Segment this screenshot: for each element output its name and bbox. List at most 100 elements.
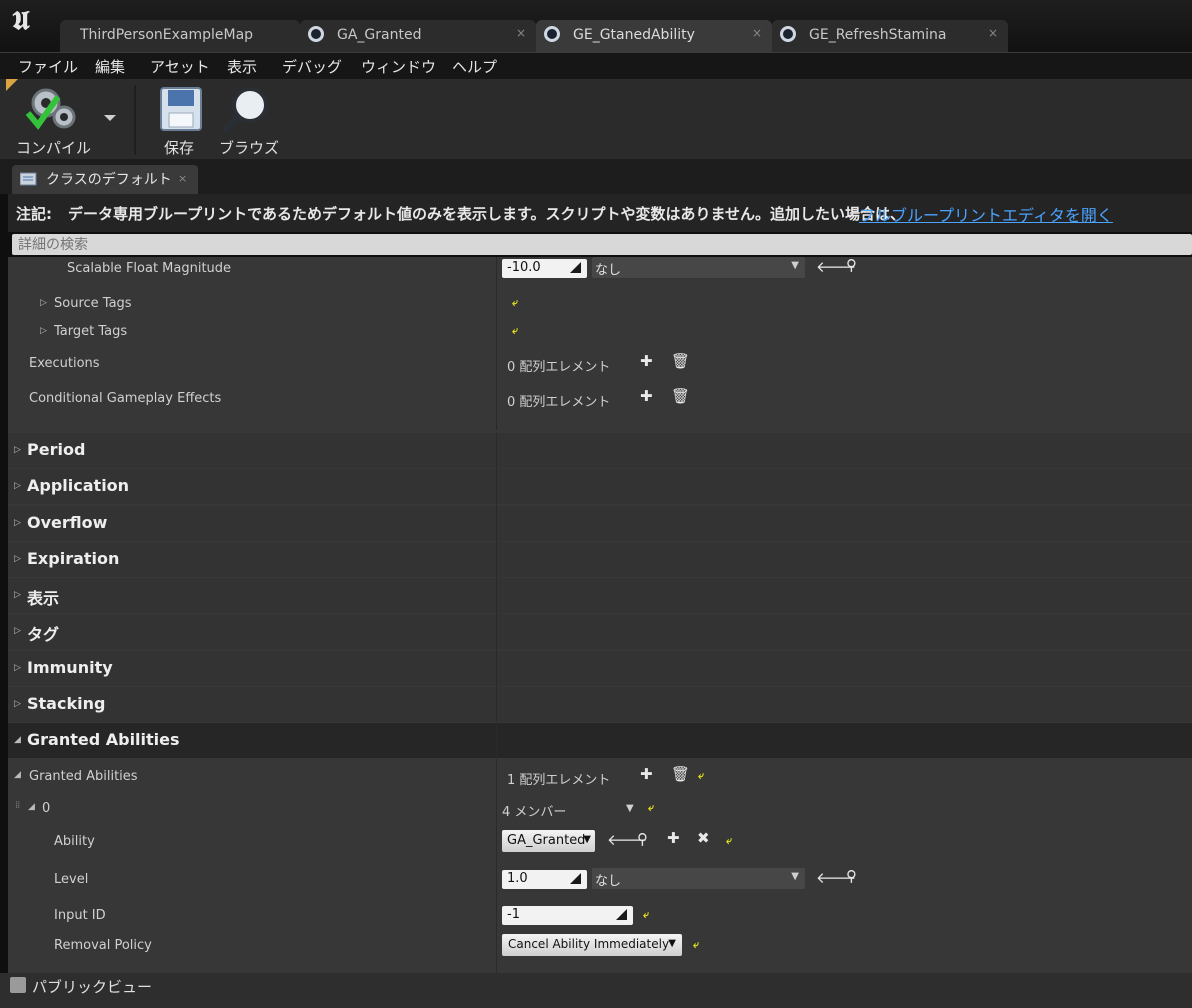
tab-label: ThirdPersonExampleMap <box>80 27 254 43</box>
category-label: 表示 <box>27 589 60 608</box>
collapse-arrow-icon[interactable]: ◢ <box>14 770 21 780</box>
category-display[interactable]: ▷ 表示 <box>8 578 1192 613</box>
menu-asset[interactable]: アセット <box>150 56 210 77</box>
column-divider <box>496 257 497 430</box>
compile-icon <box>25 88 76 130</box>
save-button[interactable]: 保存 <box>156 83 204 157</box>
close-icon[interactable]: × <box>178 172 187 185</box>
close-icon[interactable]: × <box>516 26 526 40</box>
class-defaults-icon <box>20 172 37 186</box>
menu-view[interactable]: 表示 <box>227 56 257 77</box>
chevron-down-icon: ▼ <box>791 871 799 882</box>
executions-label: Executions <box>29 356 100 371</box>
input-id-input[interactable]: -1 <box>502 906 633 925</box>
expand-arrow-icon: ▷ <box>14 445 21 455</box>
category-tags[interactable]: ▷ タグ <box>8 614 1192 649</box>
add-element-icon[interactable]: ✚ <box>640 352 653 370</box>
column-divider <box>496 759 497 973</box>
reset-default-icon[interactable]: ⤶ <box>698 769 704 783</box>
category-application[interactable]: ▷ Application <box>8 469 1192 504</box>
tab-ge-gtaned-ability[interactable]: GE_GtanedAbility × <box>536 20 772 52</box>
value-text: Cancel Ability Immediately <box>508 937 670 951</box>
tab-label: GE_GtanedAbility <box>573 27 695 43</box>
menu-edit[interactable]: 編集 <box>95 56 125 77</box>
reset-default-icon[interactable]: ⤶ <box>643 908 649 922</box>
reset-default-icon[interactable]: ⤶ <box>512 324 518 338</box>
open-full-editor-link[interactable]: フルブループリントエディタを開く <box>859 202 1113 226</box>
compile-options-chevron-icon[interactable] <box>104 115 116 123</box>
blueprint-icon <box>780 26 796 42</box>
compile-button[interactable]: コンパイル <box>16 83 106 157</box>
reset-default-icon[interactable]: ⤶ <box>726 834 732 848</box>
chevron-down-icon: ▼ <box>668 938 676 949</box>
value-text: なし <box>595 263 622 278</box>
tab-label: GA_Granted <box>337 27 422 43</box>
tab-third-person-map[interactable]: ThirdPersonExampleMap <box>60 20 300 52</box>
level-curve-dropdown[interactable]: なし ▼ <box>592 868 805 889</box>
browse-button[interactable]: ブラウズ <box>216 83 280 157</box>
menu-file[interactable]: ファイル <box>18 56 78 77</box>
tab-ga-granted[interactable]: GA_Granted × <box>300 20 536 52</box>
browse-search-icon[interactable]: ⚲ <box>846 256 857 274</box>
add-element-icon[interactable]: ✚ <box>640 765 653 783</box>
save-icon <box>160 87 202 131</box>
search-details-input[interactable] <box>12 234 1192 255</box>
tab-label: GE_RefreshStamina <box>809 27 947 43</box>
value-text: GA_Granted <box>507 833 586 848</box>
category-label: Immunity <box>27 658 113 677</box>
tab-class-defaults[interactable]: クラスのデフォルト × <box>12 165 198 194</box>
category-expiration[interactable]: ▷ Expiration <box>8 542 1192 577</box>
reset-default-icon[interactable]: ⤶ <box>693 938 699 952</box>
trash-icon[interactable]: 🗑 <box>671 387 690 405</box>
drag-grip-icon[interactable]: ⁞⁞ <box>15 800 20 811</box>
reset-default-icon[interactable]: ⤶ <box>648 801 654 815</box>
array-index-label: 0 <box>42 801 51 816</box>
expand-arrow-icon[interactable]: ▷ <box>40 298 47 308</box>
scalable-float-magnitude-input[interactable]: -10.0 <box>502 259 587 278</box>
new-blueprint-plus-icon[interactable]: ✚ <box>667 829 680 847</box>
level-input[interactable]: 1.0 <box>502 870 587 889</box>
removal-policy-dropdown[interactable]: Cancel Ability Immediately ▼ <box>502 934 682 956</box>
category-granted-abilities[interactable]: ◢ Granted Abilities <box>8 723 1192 758</box>
value-text: なし <box>595 874 622 889</box>
menu-window[interactable]: ウィンドウ <box>361 56 436 77</box>
trash-icon[interactable]: 🗑 <box>671 352 690 370</box>
value-text: 1.0 <box>507 871 528 886</box>
close-icon[interactable]: × <box>752 26 762 40</box>
title-bar: 𝖀 ThirdPersonExampleMap GA_Granted × GE_… <box>0 0 1192 52</box>
menu-bar: ファイル 編集 アセット 表示 デバッグ ウィンドウ ヘルプ <box>0 52 1192 80</box>
collapse-arrow-icon[interactable]: ◢ <box>28 802 35 812</box>
target-tags-label: Target Tags <box>54 324 128 339</box>
category-overflow[interactable]: ▷ Overflow <box>8 506 1192 541</box>
conditional-gameplay-effects-label: Conditional Gameplay Effects <box>29 391 222 406</box>
category-immunity[interactable]: ▷ Immunity <box>8 651 1192 686</box>
trash-icon[interactable]: 🗑 <box>671 765 690 783</box>
browse-search-icon[interactable]: ⚲ <box>637 830 648 848</box>
notice-bar: 注記: データ専用ブループリントであるためデフォルト値のみを表示します。スクリプ… <box>8 194 1192 232</box>
expand-arrow-icon[interactable]: ▷ <box>40 326 47 336</box>
category-label: タグ <box>27 625 60 644</box>
tab-ge-refresh-stamina[interactable]: GE_RefreshStamina × <box>772 20 1008 52</box>
close-icon[interactable]: × <box>988 26 998 40</box>
category-label: Stacking <box>27 694 106 713</box>
category-period[interactable]: ▷ Period <box>8 433 1192 468</box>
reset-default-icon[interactable]: ⤶ <box>512 296 518 310</box>
public-view-checkbox[interactable] <box>10 977 26 993</box>
ability-class-picker[interactable]: GA_Granted ▼ <box>502 830 595 852</box>
granted-abilities-label: Granted Abilities <box>29 769 138 784</box>
browse-search-icon[interactable]: ⚲ <box>846 867 857 885</box>
browse-label: ブラウズ <box>219 139 280 157</box>
unreal-logo-icon[interactable]: 𝖀 <box>4 4 38 38</box>
element-options-chevron-icon[interactable]: ▼ <box>626 803 634 814</box>
ability-label: Ability <box>54 834 95 849</box>
add-element-icon[interactable]: ✚ <box>640 387 653 405</box>
menu-help[interactable]: ヘルプ <box>452 56 497 77</box>
source-tags-label: Source Tags <box>54 296 132 311</box>
expand-arrow-icon: ▷ <box>14 590 21 600</box>
menu-debug[interactable]: デバッグ <box>282 56 342 77</box>
curve-table-dropdown[interactable]: なし ▼ <box>592 257 805 278</box>
footer-bar: パブリックビュー <box>0 973 1192 1008</box>
drag-handle-icon <box>570 873 581 884</box>
clear-x-icon[interactable]: ✖ <box>697 829 710 847</box>
category-stacking[interactable]: ▷ Stacking <box>8 687 1192 722</box>
